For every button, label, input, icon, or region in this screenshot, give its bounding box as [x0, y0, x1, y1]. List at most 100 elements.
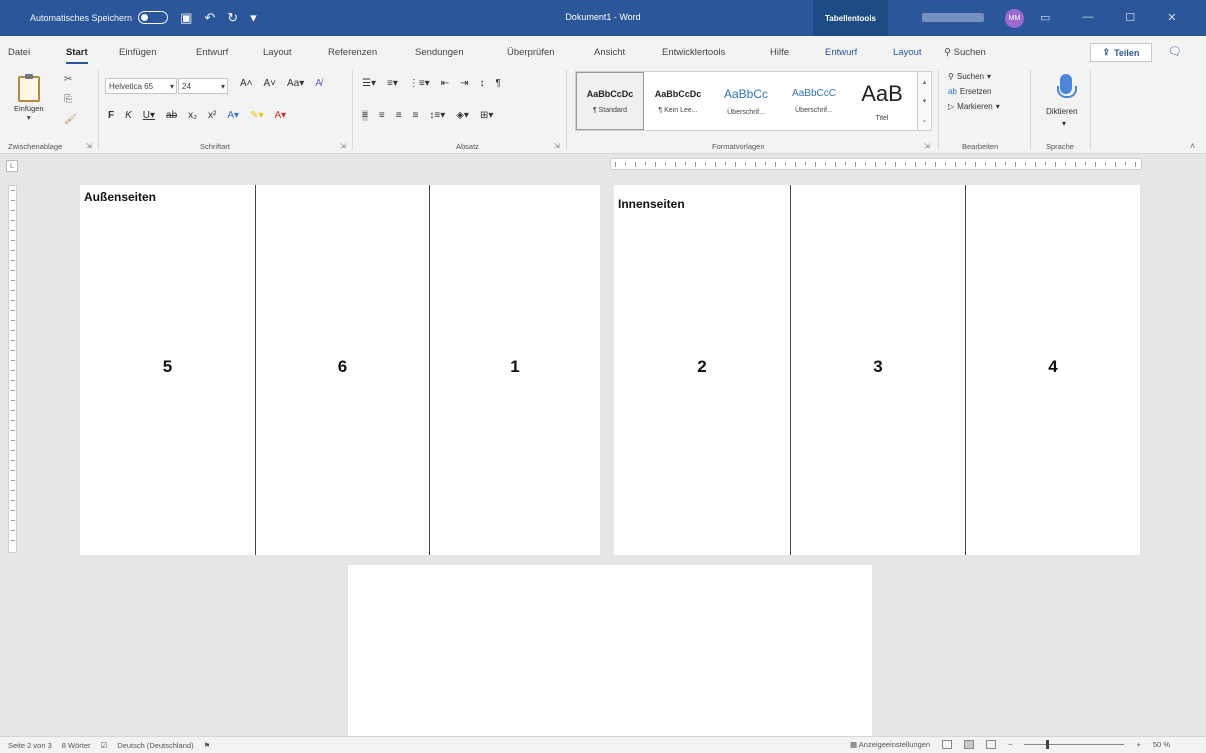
align-right-icon[interactable]: ≡: [396, 110, 402, 121]
align-left-icon[interactable]: ≡: [362, 110, 368, 121]
undo-icon[interactable]: ↶: [204, 11, 215, 24]
autosave-toggle[interactable]: [138, 11, 169, 24]
sort-icon[interactable]: ↕: [479, 78, 484, 89]
change-case-icon[interactable]: Aa▾: [287, 78, 304, 89]
tab-start[interactable]: Start: [66, 47, 88, 64]
style-standard[interactable]: AaBbCcDc ¶ Standard: [576, 72, 644, 130]
strikethrough-icon[interactable]: ab: [166, 110, 177, 121]
microphone-icon[interactable]: [1057, 74, 1077, 98]
copy-icon[interactable]: ⎘: [64, 94, 72, 105]
shrink-font-icon[interactable]: A˅: [264, 78, 277, 89]
tab-selector[interactable]: L: [6, 160, 18, 172]
font-launcher-icon[interactable]: ⇲: [340, 142, 346, 150]
maximize-icon[interactable]: ☐: [1125, 11, 1135, 24]
collapse-ribbon-icon[interactable]: ˄: [1190, 141, 1195, 151]
text-effects-icon[interactable]: A▾: [227, 110, 239, 121]
accessibility-icon[interactable]: ⚑: [204, 741, 211, 750]
tab-ansicht[interactable]: Ansicht: [594, 47, 625, 58]
panel-2[interactable]: Innenseiten 2: [614, 185, 790, 555]
shading-icon[interactable]: ◈▾: [456, 110, 469, 121]
close-icon[interactable]: ✕: [1167, 11, 1176, 24]
panel-4[interactable]: 4: [965, 185, 1140, 555]
decrease-indent-icon[interactable]: ⇤: [441, 78, 449, 89]
paste-button[interactable]: Einfügen ▾: [14, 74, 44, 122]
font-size-combo[interactable]: 24 ▾: [178, 78, 228, 94]
vertical-ruler[interactable]: [8, 185, 17, 553]
superscript-icon[interactable]: x²: [208, 110, 216, 121]
page-3[interactable]: [348, 565, 872, 740]
display-settings-button[interactable]: ▦ Anzeigeeinstellungen: [850, 740, 930, 749]
tab-einfuegen[interactable]: Einfügen: [119, 47, 157, 58]
font-color-icon[interactable]: A▾: [275, 110, 287, 121]
clear-formatting-icon[interactable]: A̸: [315, 78, 322, 89]
redo-icon[interactable]: ↻: [227, 11, 238, 24]
tab-referenzen[interactable]: Referenzen: [328, 47, 377, 58]
justify-icon[interactable]: ≡: [413, 110, 419, 121]
style-ueberschrift-1[interactable]: AaBbCc Überschrif...: [712, 72, 780, 130]
panel-1[interactable]: 1: [429, 185, 600, 555]
search-box[interactable]: ⚲ Suchen: [944, 47, 986, 58]
tab-layout[interactable]: Layout: [263, 47, 292, 58]
tab-ueberpruefen[interactable]: Überprüfen: [507, 47, 555, 58]
dictate-chevron-icon[interactable]: ▾: [1062, 119, 1066, 128]
minimize-icon[interactable]: —: [1082, 11, 1093, 24]
share-button[interactable]: ⇪ Teilen: [1090, 43, 1152, 62]
paragraph-launcher-icon[interactable]: ⇲: [554, 142, 560, 150]
find-button[interactable]: ⚲ Suchen ▾: [948, 72, 1000, 81]
panel-3[interactable]: 3: [790, 185, 965, 555]
tab-entwurf[interactable]: Entwurf: [196, 47, 228, 58]
tab-table-entwurf[interactable]: Entwurf: [825, 47, 857, 58]
styles-scroll[interactable]: ▴ ▾ ⌄: [918, 71, 932, 131]
style-kein-leerraum[interactable]: AaBbCcDc ¶ Kein Lee...: [644, 72, 712, 130]
panel-5[interactable]: Außenseiten 5: [80, 185, 255, 555]
tab-datei[interactable]: Datei: [8, 47, 30, 58]
read-mode-icon[interactable]: [942, 740, 953, 749]
customize-chevron-icon[interactable]: ▾: [250, 11, 257, 24]
line-spacing-icon[interactable]: ↕≡▾: [429, 110, 445, 121]
dictate-button[interactable]: Diktieren: [1046, 107, 1078, 116]
bullets-icon[interactable]: ☰▾: [362, 78, 376, 89]
page-counter[interactable]: Seite 2 von 3: [8, 741, 52, 750]
italic-icon[interactable]: K: [125, 110, 132, 121]
borders-icon[interactable]: ⊞▾: [480, 110, 493, 121]
language-indicator[interactable]: Deutsch (Deutschland): [117, 741, 193, 750]
format-painter-icon[interactable]: 🖌: [64, 114, 77, 125]
tab-sendungen[interactable]: Sendungen: [415, 47, 464, 58]
style-titel[interactable]: AaB Titel: [848, 72, 916, 130]
print-layout-icon[interactable]: [964, 740, 975, 749]
multilevel-list-icon[interactable]: ⋮≡▾: [409, 78, 430, 89]
horizontal-ruler[interactable]: [610, 158, 1142, 170]
word-count[interactable]: 8 Wörter: [62, 741, 91, 750]
zoom-in-icon[interactable]: +: [1136, 740, 1140, 749]
chevron-up-icon[interactable]: ▴: [923, 78, 927, 86]
increase-indent-icon[interactable]: ⇥: [460, 78, 468, 89]
clipboard-launcher-icon[interactable]: ⇲: [86, 142, 92, 150]
replace-button[interactable]: ab Ersetzen: [948, 87, 1000, 96]
more-styles-icon[interactable]: ⌄: [922, 116, 928, 124]
comments-icon[interactable]: 🗨: [1168, 45, 1182, 58]
subscript-icon[interactable]: x₂: [188, 110, 197, 121]
zoom-level[interactable]: 50 %: [1153, 740, 1170, 749]
tab-hilfe[interactable]: Hilfe: [770, 47, 789, 58]
styles-launcher-icon[interactable]: ⇲: [924, 142, 930, 150]
zoom-out-icon[interactable]: −: [1008, 740, 1012, 749]
zoom-slider[interactable]: [1024, 740, 1125, 749]
highlight-icon[interactable]: ✎▾: [250, 110, 263, 121]
panel-6[interactable]: 6: [255, 185, 429, 555]
style-ueberschrift-2[interactable]: AaBbCcC Überschrif...: [780, 72, 848, 130]
font-name-combo[interactable]: Helvetica 65 ▾: [105, 78, 177, 94]
web-layout-icon[interactable]: [986, 740, 997, 749]
proofing-icon[interactable]: ☑: [101, 741, 108, 750]
save-icon[interactable]: ▣: [180, 11, 192, 24]
ribbon-display-icon[interactable]: ▭: [1040, 11, 1050, 24]
grow-font-icon[interactable]: A˄: [240, 78, 253, 89]
select-button[interactable]: ▷ Markieren ▾: [948, 102, 1000, 111]
tab-table-layout[interactable]: Layout: [893, 47, 922, 58]
align-center-icon[interactable]: ≡: [379, 110, 385, 121]
pilcrow-icon[interactable]: ¶: [495, 78, 500, 89]
chevron-down-icon[interactable]: ▾: [923, 97, 927, 105]
numbering-icon[interactable]: ≡▾: [387, 78, 398, 89]
bold-icon[interactable]: F: [108, 110, 114, 121]
cut-icon[interactable]: ✂: [64, 74, 72, 85]
underline-icon[interactable]: U▾: [143, 110, 155, 121]
